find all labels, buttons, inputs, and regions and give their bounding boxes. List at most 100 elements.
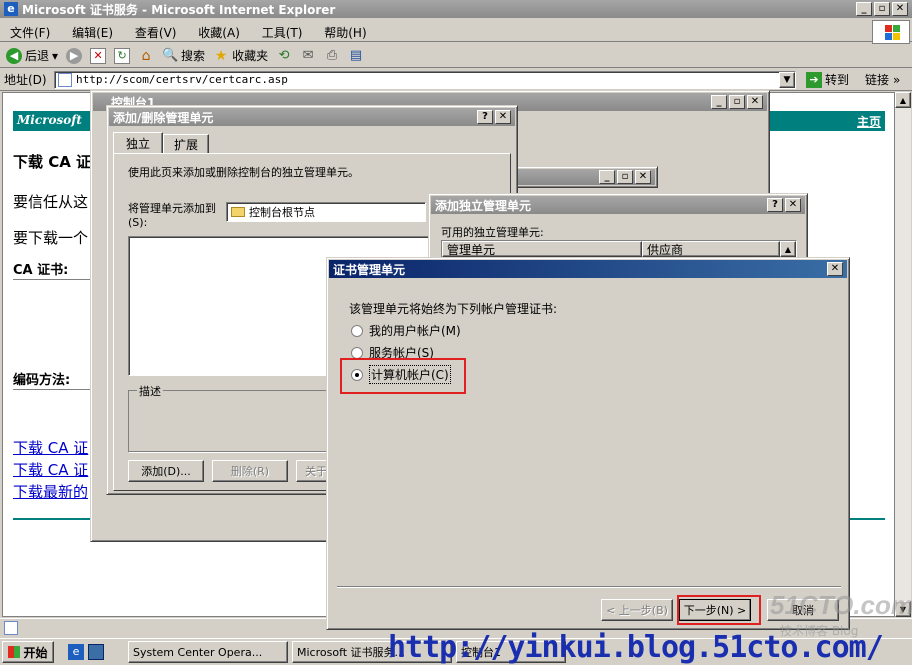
radio-button[interactable] — [351, 346, 363, 359]
download-link-3[interactable]: 下载最新的 — [13, 481, 88, 502]
search-label: 搜索 — [181, 49, 206, 63]
status-page-icon — [4, 620, 18, 635]
back-step-button[interactable]: < 上一步(B) — [601, 599, 673, 621]
home-link[interactable]: 主页 — [857, 113, 881, 130]
go-arrow-icon: ➔ — [806, 71, 822, 88]
tab-strip: 独立 扩展 — [113, 132, 209, 154]
stop-icon[interactable]: ✕ — [90, 47, 107, 64]
links-chevron-icon[interactable]: » — [893, 73, 900, 87]
favorites-label: 收藏夹 — [232, 49, 269, 63]
windows-flag-icon — [8, 646, 21, 658]
search-icon: 🔍 — [162, 47, 179, 63]
console-minimize-button[interactable]: _ — [711, 95, 727, 109]
page-para2: 要下载一个 — [13, 229, 89, 247]
cert-close-button[interactable]: ✕ — [827, 262, 843, 276]
maximize-button[interactable]: ▫ — [874, 2, 890, 16]
address-dropdown[interactable]: ▼ — [779, 71, 795, 88]
ie-quicklaunch-icon[interactable]: e — [68, 644, 84, 660]
divider — [13, 279, 93, 280]
menu-bar: 文件(F) 编辑(E) 查看(V) 收藏(A) 工具(T) 帮助(H) — [0, 20, 912, 42]
mail-icon[interactable]: ✉ — [300, 48, 316, 64]
cert-title: 证书管理单元 — [333, 262, 406, 277]
brand-text: Microsoft — [17, 113, 82, 127]
search-button[interactable]: 🔍 搜索 — [162, 47, 205, 64]
window-title: Microsoft 证书服务 - Microsoft Internet Expl… — [22, 2, 336, 17]
standalone-help-button[interactable]: ? — [767, 198, 783, 212]
list-scroll-up[interactable]: ▲ — [780, 241, 796, 257]
child-minimize-button[interactable]: _ — [599, 170, 615, 184]
desktop-quicklaunch-icon[interactable] — [88, 644, 104, 660]
add-to-label: 将管理单元添加到(S): — [128, 202, 216, 229]
go-button[interactable]: ➔ 转到 — [806, 71, 849, 88]
help-button[interactable]: ? — [477, 110, 493, 124]
panel-description: 使用此页来添加或删除控制台的独立管理单元。 — [128, 166, 359, 179]
page-scrollbar[interactable]: ▲ ▼ — [895, 92, 911, 617]
download-link-1[interactable]: 下载 CA 证 — [13, 437, 88, 458]
add-button[interactable]: 添加(D)... — [128, 460, 204, 482]
menu-edit[interactable]: 编辑(E) — [72, 26, 113, 40]
menu-help[interactable]: 帮助(H) — [324, 26, 366, 40]
child-maximize-button[interactable]: ▫ — [617, 170, 633, 184]
dialog-divider — [337, 586, 841, 587]
print-icon[interactable]: ⎙ — [324, 48, 340, 64]
star-icon: ★ — [214, 47, 228, 64]
describe-label: 描述 — [137, 383, 163, 399]
add-to-select[interactable]: 控制台根节点 — [226, 202, 426, 222]
windows-logo-icon — [872, 20, 910, 44]
add-remove-close-button[interactable]: ✕ — [495, 110, 511, 124]
address-bar: 地址(D) http://scom/certsrv/certcarc.asp ▼… — [0, 69, 912, 91]
cert-snapin-dialog: 证书管理单元 ✕ 该管理单元将始终为下列帐户管理证书: 我的用户帐户(M) 服务… — [326, 257, 850, 630]
menu-view[interactable]: 查看(V) — [135, 26, 177, 40]
ca-cert-label: CA 证书: — [13, 263, 69, 278]
address-input[interactable]: http://scom/certsrv/certcarc.asp ▼ — [54, 70, 796, 89]
edit-icon[interactable]: ▤ — [348, 48, 364, 64]
encoding-label: 编码方法: — [13, 373, 71, 388]
next-highlight-box — [677, 595, 761, 625]
radio-user-account[interactable]: 我的用户帐户(M) — [351, 322, 461, 339]
column-snapin[interactable]: 管理单元 — [442, 241, 642, 257]
address-value: http://scom/certsrv/certcarc.asp — [76, 73, 288, 86]
console-close-button[interactable]: ✕ — [747, 95, 763, 109]
radio-button[interactable] — [351, 324, 363, 337]
folder-icon — [231, 207, 245, 217]
child-close-button[interactable]: ✕ — [635, 170, 651, 184]
history-icon[interactable]: ⟲ — [276, 48, 292, 64]
toolbar: ◀ 后退 ▾ ▶ ✕ ↻ ⌂ 🔍 搜索 ★ 收藏夹 ⟲ ✉ ⎙ ▤ — [0, 44, 912, 68]
forward-icon[interactable]: ▶ — [66, 47, 83, 64]
minimize-button[interactable]: _ — [856, 2, 872, 16]
column-vendor[interactable]: 供应商 — [642, 241, 780, 257]
tab-standalone[interactable]: 独立 — [113, 132, 163, 154]
standalone-close-button[interactable]: ✕ — [785, 198, 801, 212]
home-icon[interactable]: ⌂ — [138, 48, 154, 64]
divider — [13, 389, 93, 390]
add-to-value: 控制台根节点 — [249, 206, 315, 219]
cert-titlebar: 证书管理单元 ✕ — [329, 260, 847, 278]
scroll-up-button[interactable]: ▲ — [895, 92, 911, 108]
standalone-titlebar: 添加独立管理单元 ? ✕ — [431, 196, 805, 214]
ie-titlebar: e Microsoft 证书服务 - Microsoft Internet Ex… — [0, 0, 912, 18]
back-label: 后退 — [25, 49, 50, 63]
menu-file[interactable]: 文件(F) — [10, 26, 50, 40]
links-button[interactable]: 链接 — [865, 71, 889, 88]
watermark-url: http://yinkui.blog.51cto.com/ — [388, 630, 884, 665]
back-button[interactable]: ◀ 后退 ▾ — [6, 47, 58, 64]
menu-favorites[interactable]: 收藏(A) — [198, 26, 240, 40]
start-label: 开始 — [23, 645, 48, 660]
favorites-button[interactable]: ★ 收藏夹 — [213, 47, 268, 64]
menu-tools[interactable]: 工具(T) — [262, 26, 303, 40]
task-system-center[interactable]: System Center Opera... — [128, 641, 288, 663]
address-label: 地址(D) — [4, 73, 47, 87]
start-button[interactable]: 开始 — [2, 641, 54, 663]
remove-button[interactable]: 删除(R) — [212, 460, 288, 482]
download-link-2[interactable]: 下载 CA 证 — [13, 459, 88, 480]
standalone-title: 添加独立管理单元 — [435, 198, 532, 213]
cert-prompt: 该管理单元将始终为下列帐户管理证书: — [349, 302, 558, 316]
tab-extensions[interactable]: 扩展 — [163, 134, 209, 154]
add-remove-title: 添加/删除管理单元 — [113, 110, 214, 125]
ie-app-icon: e — [4, 2, 18, 16]
page-para1: 要信任从这 — [13, 193, 89, 211]
close-button[interactable]: ✕ — [892, 2, 908, 16]
console-maximize-button[interactable]: ▫ — [729, 95, 745, 109]
refresh-icon[interactable]: ↻ — [114, 47, 131, 64]
watermark-site: 51CTO.com — [770, 590, 912, 620]
